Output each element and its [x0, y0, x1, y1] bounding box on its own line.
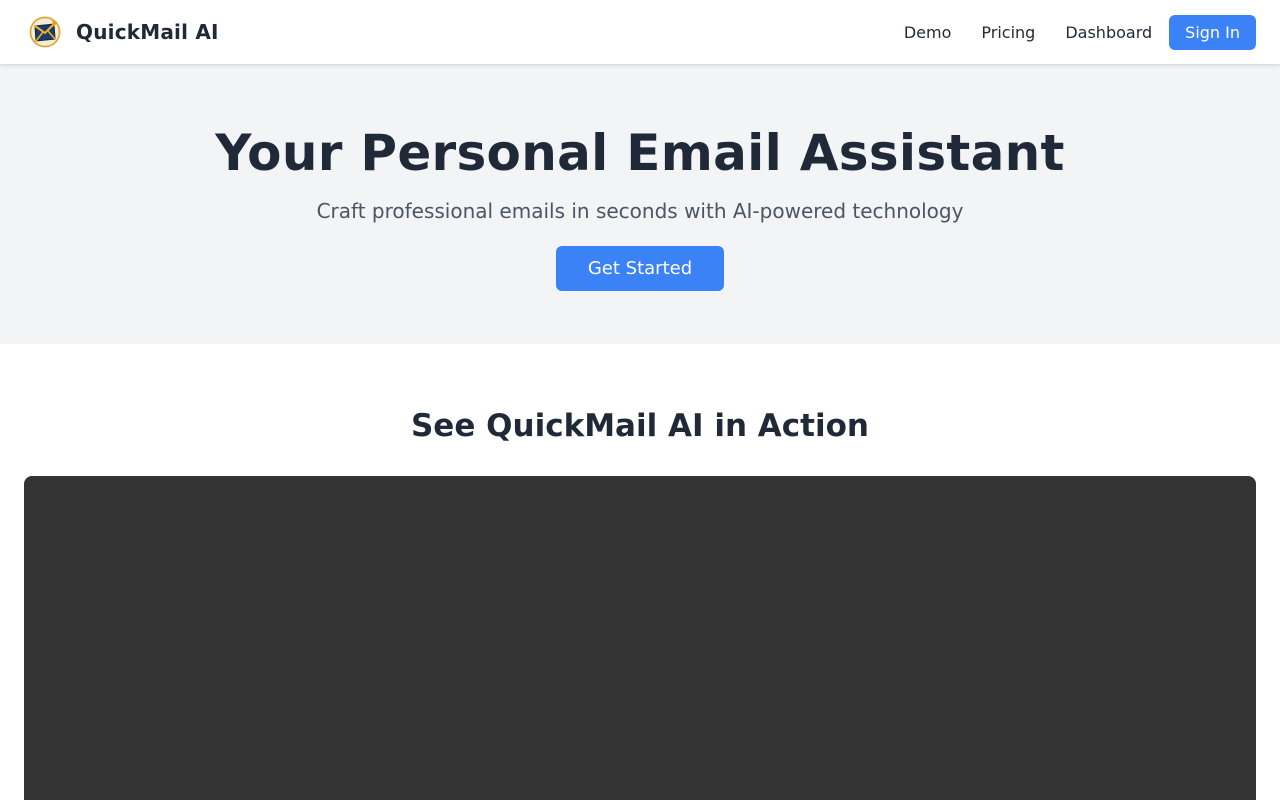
- site-header: QuickMail AI Demo Pricing Dashboard Sign…: [0, 0, 1280, 64]
- envelope-logo-icon: [29, 16, 61, 48]
- demo-video-player[interactable]: [24, 476, 1256, 800]
- sign-in-button[interactable]: Sign In: [1169, 14, 1256, 50]
- main-nav: Demo Pricing Dashboard Sign In: [887, 14, 1256, 50]
- hero-subtitle: Craft professional emails in seconds wit…: [316, 199, 964, 223]
- nav-link-demo[interactable]: Demo: [891, 15, 965, 50]
- brand-link[interactable]: QuickMail AI: [28, 15, 219, 49]
- demo-section: See QuickMail AI in Action: [0, 344, 1280, 800]
- nav-link-pricing[interactable]: Pricing: [968, 15, 1048, 50]
- nav-link-dashboard[interactable]: Dashboard: [1052, 15, 1165, 50]
- demo-title: See QuickMail AI in Action: [410, 408, 869, 444]
- hero-section: Your Personal Email Assistant Craft prof…: [0, 64, 1280, 344]
- hero-title: Your Personal Email Assistant: [215, 124, 1065, 182]
- get-started-button[interactable]: Get Started: [556, 246, 724, 291]
- brand-name: QuickMail AI: [76, 20, 219, 44]
